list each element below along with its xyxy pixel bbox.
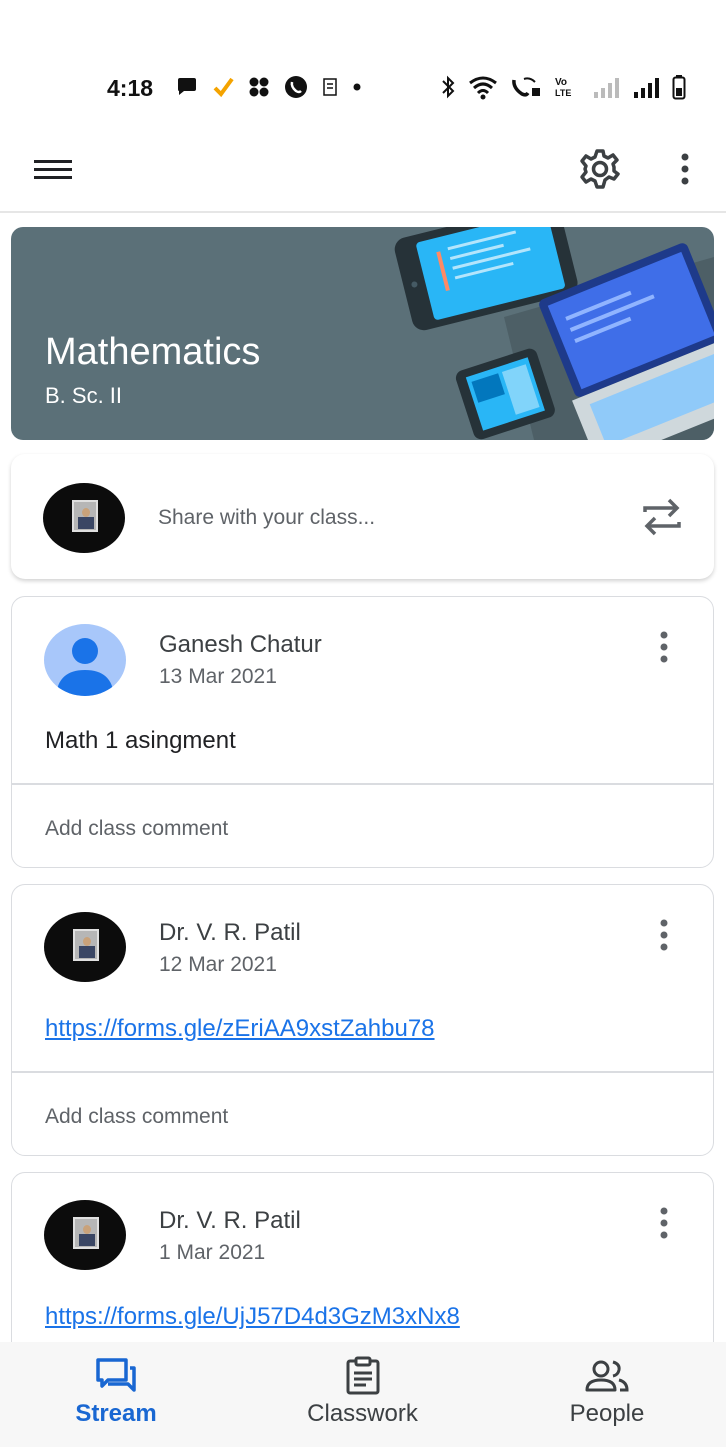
post-author: Dr. V. R. Patil — [159, 1207, 301, 1234]
post-body: Math 1 asingment — [45, 727, 236, 754]
app-grid-icon — [249, 77, 269, 97]
tab-people-label: People — [569, 1400, 645, 1427]
svg-text:Vo: Vo — [555, 77, 567, 88]
divider — [12, 1071, 713, 1073]
people-icon — [585, 1360, 629, 1392]
share-placeholder[interactable]: Share with your class... — [158, 506, 375, 530]
menu-button[interactable] — [30, 149, 76, 189]
post-more-button[interactable] — [652, 1203, 676, 1243]
stream-post[interactable]: Ganesh Chatur 13 Mar 2021 Math 1 asingme… — [11, 596, 714, 868]
sim-icon — [323, 78, 337, 96]
more-vert-icon — [681, 153, 689, 185]
classwork-icon — [346, 1356, 379, 1395]
more-vert-icon — [660, 1207, 668, 1239]
repost-icon — [643, 498, 681, 536]
signal-icon — [594, 78, 619, 98]
post-link[interactable]: https://forms.gle/UjJ57D4d3GzM3xNx8 — [45, 1303, 460, 1331]
post-link[interactable]: https://forms.gle/zEriAA9xstZahbu78 — [45, 1015, 435, 1043]
signal-icon — [634, 78, 659, 98]
tab-stream[interactable]: Stream — [60, 1356, 172, 1428]
tab-stream-label: Stream — [75, 1400, 157, 1427]
post-date: 12 Mar 2021 — [159, 953, 277, 976]
class-section: B. Sc. II — [45, 383, 123, 408]
call-icon — [285, 76, 307, 98]
gear-icon — [580, 149, 620, 189]
settings-button[interactable] — [576, 145, 624, 193]
tab-classwork[interactable]: Classwork — [285, 1356, 440, 1428]
volte-icon: VoLTE — [555, 77, 571, 98]
post-author: Dr. V. R. Patil — [159, 919, 301, 946]
avatar — [44, 1200, 126, 1270]
share-box[interactable]: Share with your class... — [11, 454, 714, 579]
dot-icon — [353, 83, 361, 91]
avatar — [44, 624, 126, 696]
stream-post[interactable]: Dr. V. R. Patil 12 Mar 2021 https://form… — [11, 884, 714, 1156]
add-comment-field[interactable]: Add class comment — [45, 1105, 228, 1129]
system-icons: Vo LTE — [440, 74, 686, 100]
post-more-button[interactable] — [652, 627, 676, 667]
bottom-navigation: Stream Classwork People — [0, 1342, 726, 1447]
tab-people[interactable]: People — [553, 1356, 661, 1428]
wifi-calling-icon — [512, 77, 540, 97]
bluetooth-icon — [442, 75, 455, 99]
stream-icon — [96, 1358, 136, 1392]
avatar — [43, 483, 125, 553]
hamburger-menu-icon — [34, 160, 72, 179]
more-vert-icon — [660, 919, 668, 951]
class-banner[interactable]: Mathematics B. Sc. II — [11, 227, 714, 440]
post-date: 13 Mar 2021 — [159, 665, 277, 688]
class-title: Mathematics — [45, 331, 261, 373]
svg-text:LTE: LTE — [555, 88, 571, 98]
check-icon — [213, 77, 234, 98]
notification-icons — [176, 74, 362, 100]
status-bar: 4:18 Vo LTE — [0, 60, 726, 118]
post-more-button[interactable] — [652, 915, 676, 955]
add-comment-field[interactable]: Add class comment — [45, 817, 228, 841]
devices-illustration — [394, 227, 714, 440]
avatar — [44, 912, 126, 982]
more-vert-icon — [660, 631, 668, 663]
wifi-icon — [469, 76, 497, 100]
battery-icon — [672, 75, 686, 100]
tab-classwork-label: Classwork — [307, 1400, 418, 1427]
more-options-button[interactable] — [670, 145, 700, 193]
post-author: Ganesh Chatur — [159, 631, 322, 658]
default-avatar-icon — [56, 638, 114, 696]
chat-bubble-icon — [178, 78, 196, 95]
divider — [12, 783, 713, 785]
repost-button[interactable] — [639, 494, 685, 540]
status-time: 4:18 — [107, 75, 154, 101]
post-date: 1 Mar 2021 — [159, 1241, 266, 1264]
app-bar — [0, 125, 726, 213]
